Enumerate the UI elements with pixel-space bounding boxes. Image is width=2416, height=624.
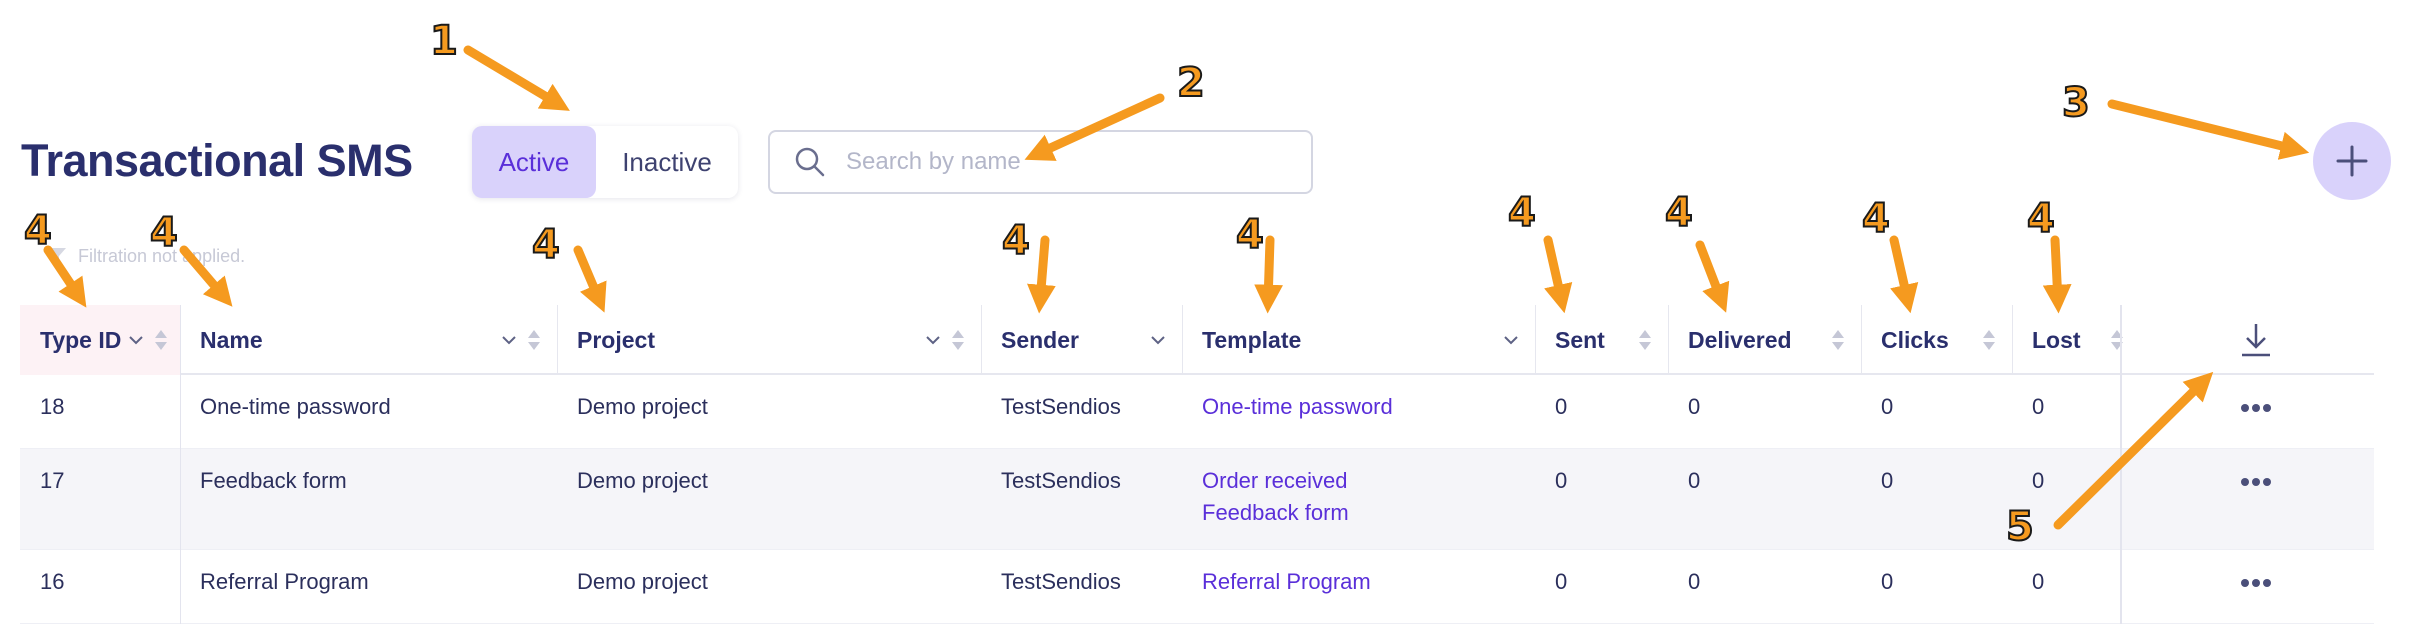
- column-header-template[interactable]: Template: [1182, 305, 1535, 375]
- chevron-down-icon[interactable]: [925, 334, 941, 346]
- plus-icon: [2336, 145, 2368, 177]
- cell-project: Demo project: [577, 394, 708, 419]
- cell-name: Feedback form: [200, 468, 347, 493]
- annotation-label: 4: [1235, 211, 1265, 259]
- cell-sender: TestSendios: [1001, 569, 1121, 594]
- chevron-down-icon[interactable]: [128, 334, 144, 346]
- active-tab[interactable]: Active: [472, 126, 596, 198]
- chevron-down-icon[interactable]: [1503, 334, 1519, 346]
- cell-project: Demo project: [577, 569, 708, 594]
- annotation-label: 4: [2026, 195, 2056, 243]
- column-header-name[interactable]: Name: [180, 305, 557, 375]
- download-icon[interactable]: [2239, 322, 2273, 358]
- actions-column-divider: [2120, 305, 2122, 624]
- annotation-arrow: [2042, 235, 2072, 314]
- annotation-arrow: [1543, 235, 1573, 314]
- sms-table: Type ID Name Project Sender Template Sen…: [20, 305, 2374, 624]
- template-link[interactable]: Order received: [1202, 465, 1348, 497]
- cell-type-id: 18: [40, 394, 65, 419]
- cell-clicks: 0: [1881, 569, 1894, 594]
- sort-icon[interactable]: [154, 328, 168, 352]
- annotation-arrow: [1254, 235, 1283, 314]
- cell-sender: TestSendios: [1001, 468, 1121, 493]
- cell-lost: 0: [2032, 394, 2045, 419]
- cell-clicks: 0: [1881, 468, 1894, 493]
- annotation-arrow: [1027, 235, 1056, 314]
- sort-icon[interactable]: [1982, 328, 1996, 352]
- cell-lost: 0: [2032, 569, 2045, 594]
- search-box: [768, 130, 1313, 194]
- table-row[interactable]: 18 One-time password Demo project TestSe…: [20, 375, 2374, 449]
- more-icon[interactable]: [2240, 578, 2272, 588]
- column-header-sender[interactable]: Sender: [981, 305, 1182, 375]
- chevron-down-icon[interactable]: [1150, 334, 1166, 346]
- search-input[interactable]: [846, 148, 1266, 176]
- add-button[interactable]: [2313, 122, 2391, 200]
- table-header: Type ID Name Project Sender Template Sen…: [20, 305, 2374, 375]
- annotation-label: 4: [149, 209, 179, 257]
- template-link[interactable]: Referral Program: [1202, 566, 1371, 598]
- more-icon[interactable]: [2240, 477, 2272, 487]
- annotation-label: 2: [1176, 59, 1206, 107]
- annotation-arrow: [1889, 235, 1919, 314]
- chevron-down-icon[interactable]: [501, 334, 517, 346]
- cell-delivered: 0: [1688, 394, 1701, 419]
- annotation-arrow: [2107, 99, 2310, 160]
- annotation-label: 4: [23, 207, 53, 255]
- cell-lost: 0: [2032, 468, 2045, 493]
- annotation-label: 4: [1664, 189, 1694, 237]
- table-row[interactable]: 16 Referral Program Demo project TestSen…: [20, 550, 2374, 624]
- column-header-project[interactable]: Project: [557, 305, 981, 375]
- annotation-label: 1: [429, 17, 459, 65]
- cell-delivered: 0: [1688, 468, 1701, 493]
- column-header-type-id[interactable]: Type ID: [20, 305, 180, 375]
- cell-name: Referral Program: [200, 569, 369, 594]
- column-divider: [180, 305, 181, 624]
- annotation-arrow: [463, 45, 570, 111]
- annotation-label: 4: [1001, 217, 1031, 265]
- sort-icon[interactable]: [1831, 328, 1845, 352]
- annotation-label: 4: [1861, 195, 1891, 243]
- sort-icon[interactable]: [951, 328, 965, 352]
- cell-delivered: 0: [1688, 569, 1701, 594]
- annotation-arrow: [1695, 240, 1730, 313]
- status-toggle: Active Inactive: [472, 126, 738, 198]
- annotation-label: 4: [1507, 189, 1537, 237]
- cell-clicks: 0: [1881, 394, 1894, 419]
- annotation-label: 5: [2005, 503, 2035, 551]
- cell-type-id: 16: [40, 569, 65, 594]
- sort-icon[interactable]: [527, 328, 541, 352]
- cell-sent: 0: [1555, 394, 1568, 419]
- filter-status: Filtration not applied.: [46, 245, 245, 267]
- template-link[interactable]: Feedback form: [1202, 497, 1349, 529]
- cell-project: Demo project: [577, 468, 708, 493]
- annotation-arrow: [573, 245, 607, 313]
- template-link[interactable]: One-time password: [1202, 391, 1393, 423]
- annotation-label: 3: [2061, 79, 2091, 127]
- search-icon: [795, 147, 825, 177]
- annotation-label: 4: [531, 221, 561, 269]
- cell-sender: TestSendios: [1001, 394, 1121, 419]
- cell-sent: 0: [1555, 468, 1568, 493]
- sort-icon[interactable]: [1638, 328, 1652, 352]
- page-title: Transactional SMS: [21, 135, 413, 186]
- cell-name: One-time password: [200, 394, 391, 419]
- inactive-tab[interactable]: Inactive: [596, 126, 738, 198]
- cell-sent: 0: [1555, 569, 1568, 594]
- cell-type-id: 17: [40, 468, 65, 493]
- more-icon[interactable]: [2240, 403, 2272, 413]
- column-header-clicks[interactable]: Clicks: [1861, 305, 2012, 375]
- column-header-sent[interactable]: Sent: [1535, 305, 1668, 375]
- column-header-delivered[interactable]: Delivered: [1668, 305, 1861, 375]
